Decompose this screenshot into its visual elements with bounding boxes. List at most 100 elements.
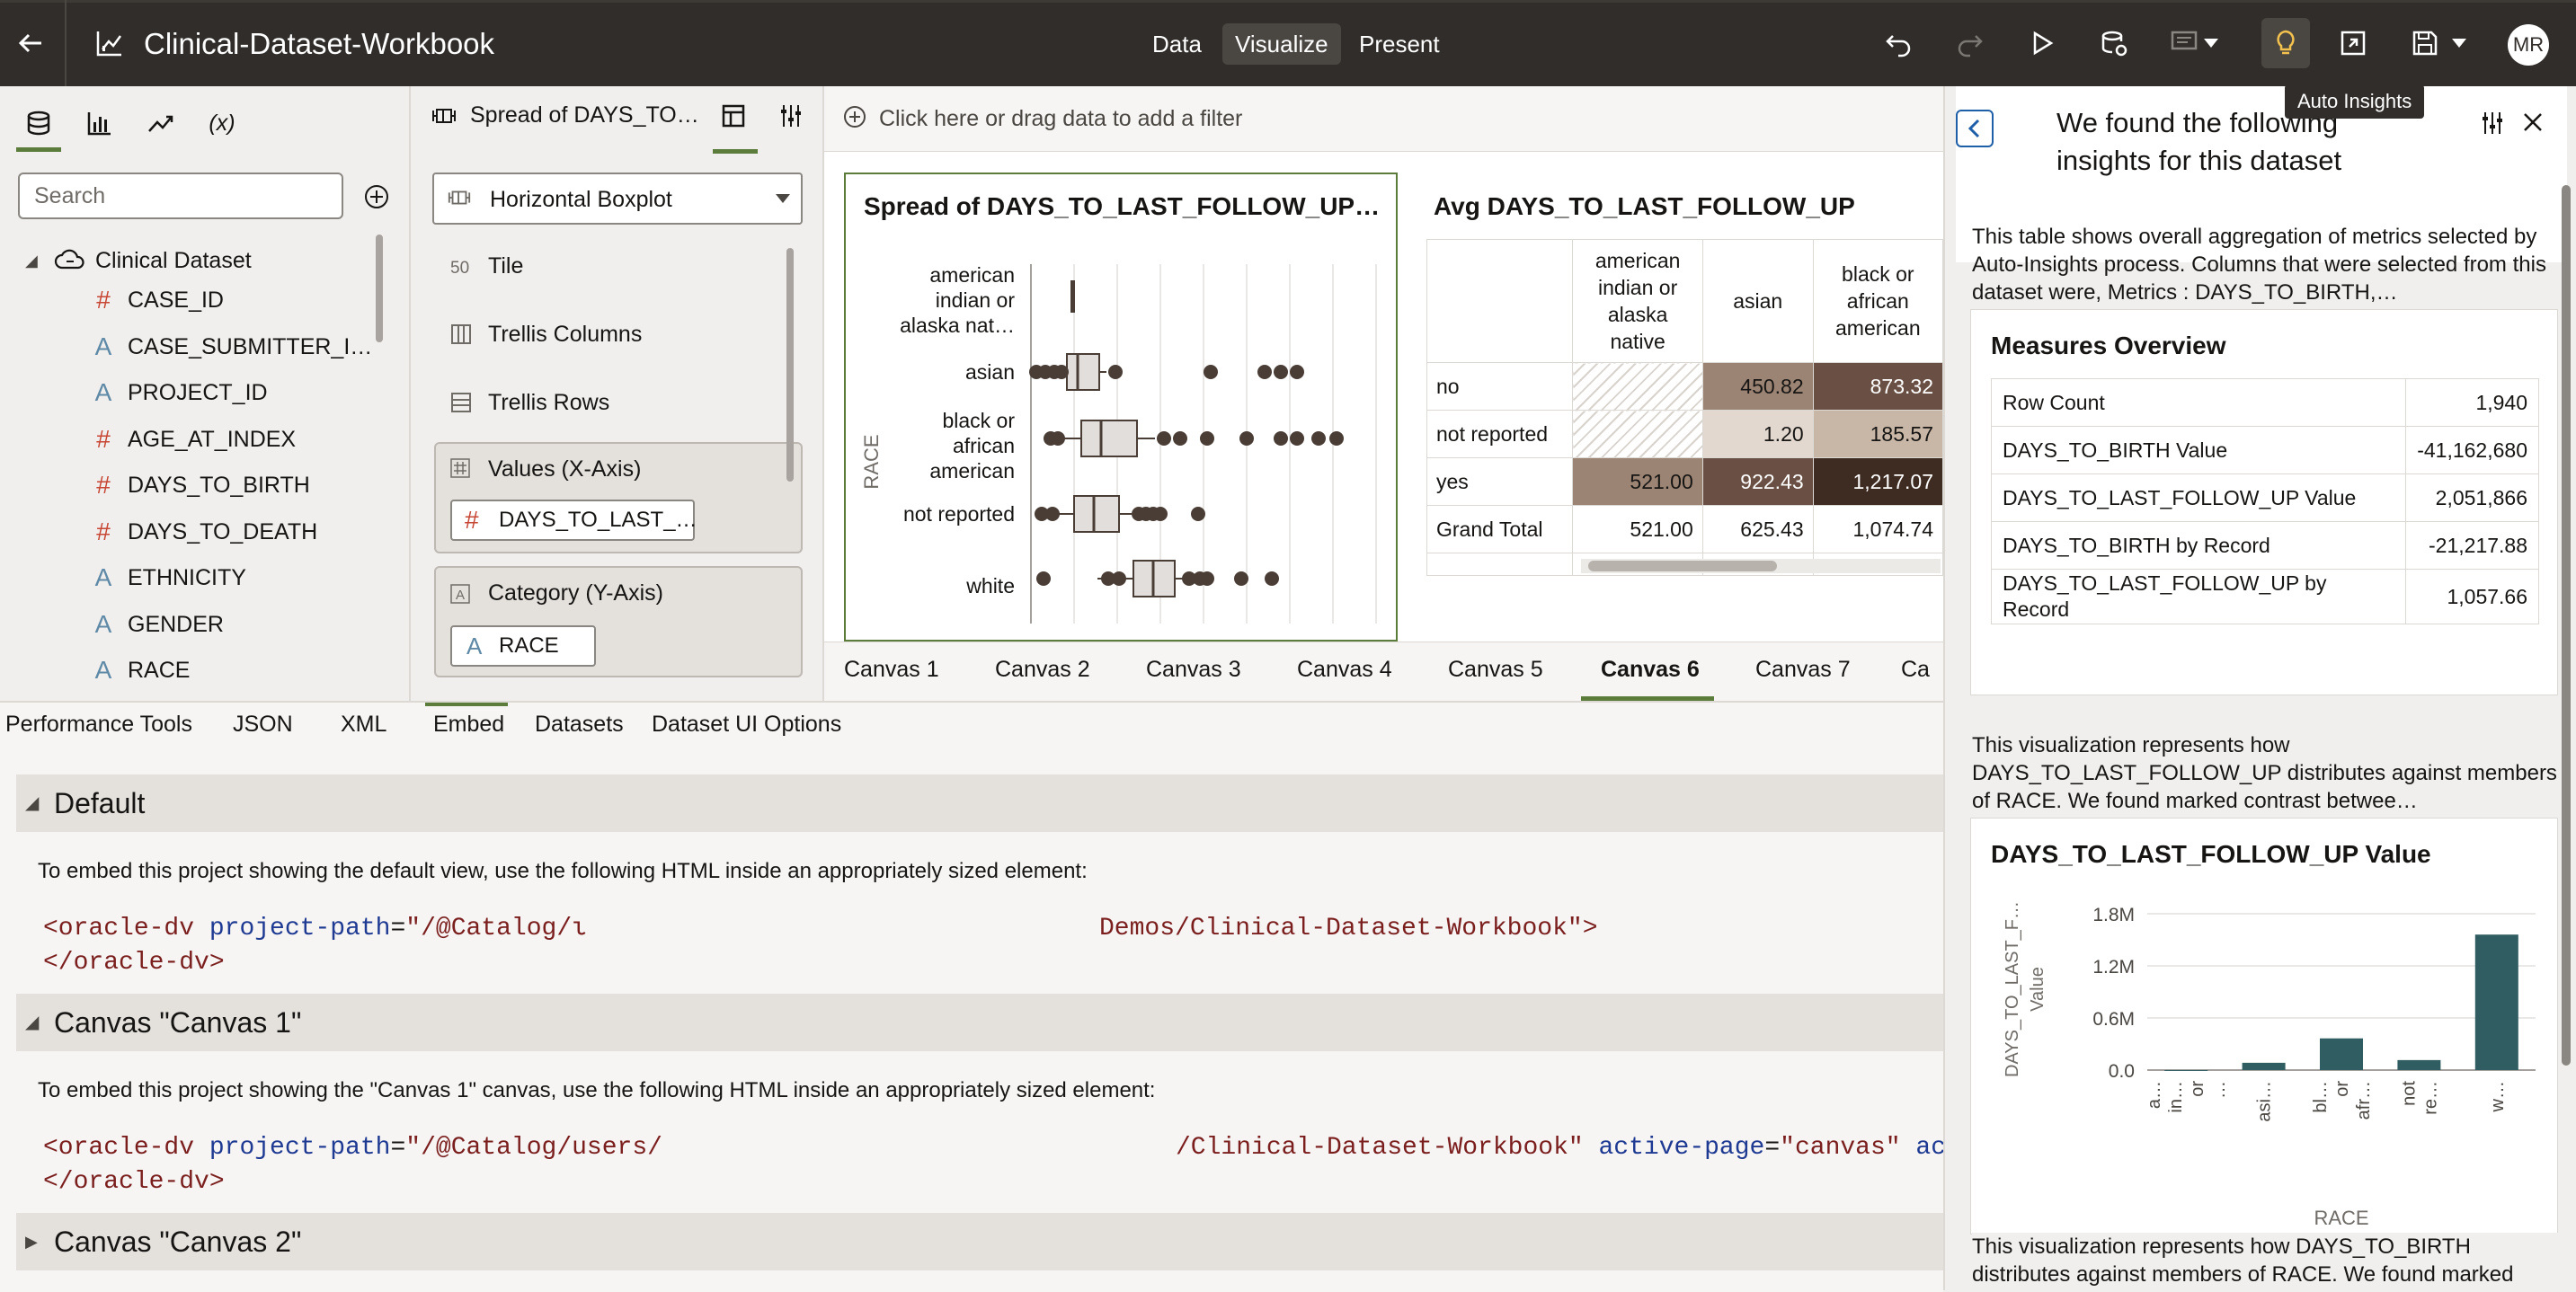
boxplot-outlier[interactable] [1239, 431, 1254, 446]
insights-scrollbar[interactable] [2562, 185, 2571, 1066]
boxplot-outlier[interactable] [1051, 431, 1065, 446]
pivot-cell[interactable] [1572, 362, 1703, 411]
embed-code-close[interactable]: </oracle-dv> [43, 1168, 225, 1196]
pivot-cell[interactable]: 1,217.07 [1812, 457, 1944, 506]
section-canvas1-header[interactable]: ◢ Canvas "Canvas 1" [16, 994, 1943, 1051]
user-avatar[interactable]: MR [2508, 24, 2549, 66]
category-y-axis-section[interactable]: A Category (Y-Axis) A RACE [434, 566, 803, 677]
expand-triangle-icon[interactable]: ◢ [25, 241, 38, 280]
boxplot-outlier[interactable] [1274, 365, 1288, 379]
boxplot-outlier[interactable] [1108, 365, 1123, 379]
column-item[interactable]: # DAYS_TO_DEATH [0, 512, 378, 552]
embed-code-line[interactable]: <oracle-dv project-path="/@Catalog/ι [43, 915, 587, 942]
mode-visualize-button[interactable]: Visualize [1222, 23, 1341, 65]
category-pill[interactable]: A RACE [450, 625, 596, 667]
pivot-cell[interactable]: 873.32 [1812, 362, 1944, 411]
boxplot-outlier[interactable] [1265, 571, 1279, 586]
boxplot-outlier[interactable] [1311, 431, 1326, 446]
mode-present-button[interactable]: Present [1346, 23, 1452, 65]
boxplot-box[interactable] [1073, 495, 1120, 533]
dev-tab-embed[interactable]: Embed [433, 712, 504, 738]
collapse-triangle-icon[interactable]: ◢ [25, 994, 39, 1051]
insights-settings-icon[interactable] [2479, 110, 2506, 137]
pivot-cell[interactable]: 521.00 [1572, 457, 1703, 506]
boxplot-outlier[interactable] [1200, 571, 1214, 586]
boxplot-outlier[interactable] [1173, 431, 1187, 446]
play-icon[interactable] [2022, 23, 2062, 63]
pivot-cell[interactable]: 1,074.74 [1812, 505, 1944, 553]
boxplot-outlier[interactable] [1234, 571, 1248, 586]
values-x-axis-section[interactable]: Values (X-Axis) # DAYS_TO_LAST_… [434, 442, 803, 553]
grammar-view-icon[interactable] [720, 102, 747, 129]
save-icon[interactable] [2405, 23, 2445, 63]
boxplot-outlier[interactable] [1112, 571, 1126, 586]
column-item[interactable]: A GENDER [0, 605, 378, 644]
scrollbar[interactable] [786, 248, 794, 482]
boxplot-outlier[interactable] [1054, 365, 1069, 379]
canvas-tab[interactable]: Canvas 5 [1448, 657, 1543, 683]
boxplot-outlier[interactable] [1274, 431, 1288, 446]
export-icon[interactable] [2333, 23, 2373, 63]
column-item[interactable]: A ETHNICITY [0, 558, 378, 597]
boxplot-outlier[interactable] [1191, 507, 1205, 521]
back-arrow-icon[interactable] [11, 23, 50, 63]
collapse-triangle-icon[interactable]: ◢ [25, 774, 39, 832]
filter-bar[interactable]: Click here or drag data to add a filter [824, 86, 1943, 152]
boxplot-outlier[interactable] [1290, 365, 1304, 379]
canvas-tab[interactable]: Canvas 1 [844, 657, 939, 683]
pivot-cell[interactable]: 185.57 [1812, 410, 1944, 458]
mode-data-button[interactable]: Data [1140, 23, 1214, 65]
column-item[interactable]: A CASE_SUBMITTER_I… [0, 327, 378, 367]
boxplot-outlier[interactable] [1257, 365, 1272, 379]
dataset-node[interactable]: ◢ Clinical Dataset [0, 241, 378, 280]
pivot-cell[interactable]: 922.43 [1701, 457, 1814, 506]
section-default-header[interactable]: ◢ Default [16, 774, 1943, 832]
dev-tab-dataset-ui-options[interactable]: Dataset UI Options [652, 712, 841, 738]
canvas-tab[interactable]: Canvas 2 [995, 657, 1090, 683]
auto-insights-button[interactable] [2261, 18, 2310, 68]
close-icon[interactable] [2520, 110, 2545, 135]
measures-overview-card[interactable]: Measures Overview Row Count 1,940 DAYS_TO_… [1970, 309, 2558, 695]
back-chevron-icon[interactable] [1956, 110, 1994, 147]
insight-chart-bar[interactable] [2474, 934, 2518, 1070]
column-item[interactable]: # AGE_AT_INDEX [0, 420, 378, 459]
column-item[interactable]: # DAYS_TO_BIRTH [0, 465, 378, 505]
dev-tab-json[interactable]: JSON [233, 712, 293, 738]
bar-chart-icon[interactable] [77, 101, 122, 146]
pivot-scrollbar[interactable] [1588, 561, 1777, 571]
section-canvas2-header[interactable]: ▶ Canvas "Canvas 2" [16, 1213, 1943, 1270]
viz-type-select[interactable]: Horizontal Boxplot [432, 173, 803, 225]
values-pill[interactable]: # DAYS_TO_LAST_… [450, 500, 697, 541]
properties-sliders-icon[interactable] [777, 102, 804, 129]
canvas-tab[interactable]: Canvas 7 [1755, 657, 1851, 683]
dev-tab-datasets[interactable]: Datasets [535, 712, 624, 738]
boxplot-outlier[interactable] [1157, 431, 1171, 446]
boxplot-outlier[interactable] [1329, 431, 1344, 446]
embed-code-path[interactable]: /Clinical-Dataset-Workbook" active-page=… [1176, 1134, 1946, 1162]
pivot-cell[interactable]: 1.20 [1701, 410, 1814, 458]
insight-chart-bar[interactable] [2320, 1038, 2363, 1070]
canvas-tab[interactable]: Ca [1901, 657, 1930, 683]
expand-triangle-icon[interactable]: ▶ [25, 1213, 38, 1270]
pivot-cell[interactable] [1572, 410, 1703, 458]
embed-code-close[interactable]: </oracle-dv> [43, 949, 225, 977]
search-input[interactable]: Search [18, 173, 343, 219]
boxplot-outlier[interactable] [1036, 571, 1051, 586]
dev-tab-performance-tools[interactable]: Performance Tools [5, 712, 192, 738]
boxplot-box[interactable] [1070, 280, 1075, 313]
undo-icon[interactable] [1879, 23, 1918, 63]
canvas-tab[interactable]: Canvas 3 [1146, 657, 1241, 683]
insight-chart-bar[interactable] [2397, 1059, 2441, 1070]
refresh-data-icon[interactable] [2094, 23, 2134, 63]
boxplot-outlier[interactable] [1153, 507, 1168, 521]
dev-tab-xml[interactable]: XML [341, 712, 386, 738]
boxplot-viz[interactable]: Spread of DAYS_TO_LAST_FOLLOW_UP… RACE am… [844, 173, 1398, 642]
trend-icon[interactable] [138, 101, 183, 146]
boxplot-box[interactable] [1066, 353, 1100, 391]
canvas-tab[interactable]: Canvas 6 [1601, 657, 1700, 683]
pivot-cell[interactable]: 625.43 [1701, 505, 1814, 553]
insight-chart-card[interactable]: DAYS_TO_LAST_FOLLOW_UP Value 0.0 0.6M 1.2M… [1970, 818, 2558, 1234]
pivot-cell[interactable]: 521.00 [1572, 505, 1703, 553]
add-data-icon[interactable] [363, 183, 390, 210]
variable-icon[interactable]: (x) [200, 101, 244, 146]
